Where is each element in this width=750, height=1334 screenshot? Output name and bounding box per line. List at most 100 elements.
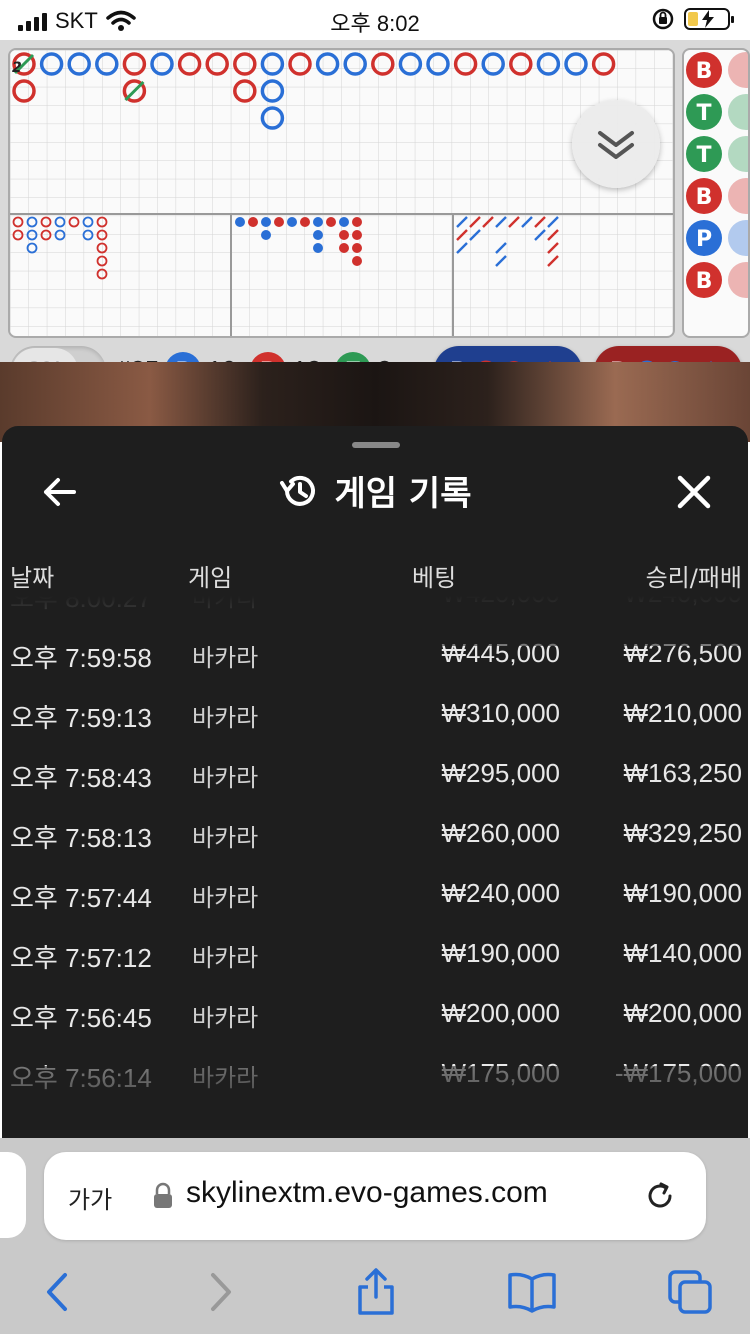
bead-label: P (696, 227, 712, 252)
history-row: 오후 7:57:12 바카라 ₩190,000 ₩140,000 (2, 924, 748, 984)
history-row: 오후 7:57:44 바카라 ₩240,000 ₩190,000 (2, 864, 748, 924)
column-header-result: 승리/패배 (645, 564, 742, 592)
share-button[interactable] (348, 1266, 404, 1318)
history-row: 오후 7:56:45 바카라 ₩200,000 ₩200,000 (2, 984, 748, 1044)
derived-dot (313, 230, 323, 240)
history-date: 오후 7:56:45 (10, 1003, 152, 1033)
chevron-double-down-icon (598, 131, 634, 159)
bead-road-side: BTTBPB (682, 48, 750, 338)
back-nav-button[interactable] (30, 1266, 86, 1318)
history-date: 오후 8:00:27 (10, 596, 152, 613)
history-row: 오후 7:58:43 바카라 ₩295,000 ₩163,250 (2, 744, 748, 804)
history-result: ₩329,250 (623, 818, 742, 848)
browser-chrome: 가가 skylinextm.evo-games.com (0, 1138, 750, 1334)
column-header-date: 날짜 (10, 564, 55, 592)
big-road-svg: 2 (10, 50, 673, 336)
history-result: ₩200,000 (623, 998, 742, 1028)
history-game: 바카라 (192, 944, 259, 972)
address-bar[interactable]: 가가 skylinextm.evo-games.com (44, 1152, 706, 1240)
status-bar: SKT 오후 8:02 (0, 0, 750, 40)
history-row: 오후 7:56:14 바카라 ₩175,000 -₩175,000 (2, 1044, 748, 1104)
history-game: 바카라 (192, 824, 259, 852)
bead-mark-faded (728, 220, 748, 256)
side-road-svg: BTTBPB (686, 52, 748, 298)
history-row: 오후 7:58:13 바카라 ₩260,000 ₩329,250 (2, 804, 748, 864)
bead-mark-faded (728, 178, 748, 214)
derived-dot (313, 243, 323, 253)
url-text: skylinextm.evo-games.com (186, 1176, 548, 1209)
forward-nav-button[interactable] (192, 1266, 248, 1318)
history-game: 바카라 (192, 1004, 259, 1032)
history-bet: ₩420,000 (441, 596, 560, 609)
history-bet: ₩260,000 (441, 818, 560, 848)
history-result: ₩240,000 (623, 596, 742, 609)
history-game: 바카라 (192, 884, 259, 912)
bead-mark-faded (728, 94, 748, 130)
reload-icon[interactable] (642, 1178, 678, 1214)
derived-dot (235, 217, 245, 227)
history-date: 오후 7:57:12 (10, 943, 152, 973)
history-game: 바카라 (192, 644, 259, 672)
history-date: 오후 7:59:58 (10, 643, 152, 673)
history-bet: ₩190,000 (441, 938, 560, 968)
bead-label: B (696, 59, 713, 84)
history-result: ₩276,500 (623, 638, 742, 668)
history-result: -₩175,000 (614, 1058, 742, 1088)
history-date: 오후 7:56:14 (10, 1063, 152, 1093)
derived-dot (339, 230, 349, 240)
history-game: 바카라 (192, 1064, 259, 1092)
history-row: 오후 7:59:13 바카라 ₩310,000 ₩210,000 (2, 684, 748, 744)
previous-tab-peek[interactable] (0, 1152, 26, 1238)
history-date: 오후 7:57:44 (10, 883, 152, 913)
bead-mark-faded (728, 52, 748, 88)
sheet-drag-handle[interactable] (352, 442, 400, 448)
lock-icon (154, 1182, 172, 1208)
column-header-game: 게임 (188, 564, 233, 592)
roadmap-grid: 2 (8, 48, 675, 338)
derived-dot (339, 243, 349, 253)
bead-mark-faded (728, 136, 748, 172)
book-icon (508, 1272, 556, 1313)
bead-label: T (696, 143, 711, 168)
derived-dot (352, 217, 362, 227)
history-game: 바카라 (192, 764, 259, 792)
derived-dot (339, 217, 349, 227)
derived-dot (261, 217, 271, 227)
game-history-sheet: 게임 기록 날짜 게임 베팅 승리/패배 오후 8:00:27 바카라 ₩420,0… (2, 426, 748, 1138)
orientation-lock-icon (652, 8, 674, 30)
tabs-icon (668, 1270, 712, 1314)
close-button[interactable] (672, 470, 716, 514)
reader-aa-button[interactable]: 가가 (68, 1180, 112, 1215)
collapse-roadmap-button[interactable] (572, 100, 660, 188)
history-date: 오후 7:58:43 (10, 763, 152, 793)
history-result: ₩210,000 (623, 698, 742, 728)
shoe-count-label: 2 (12, 60, 22, 76)
history-game: 바카라 (192, 596, 259, 612)
history-bet: ₩445,000 (441, 638, 560, 668)
derived-dot (248, 217, 258, 227)
chevron-right-icon (211, 1273, 231, 1311)
battery-icon (684, 8, 734, 30)
history-row: 오후 7:59:58 바카라 ₩445,000 ₩276,500 (2, 624, 748, 684)
history-date: 오후 7:58:13 (10, 823, 152, 853)
history-bet: ₩200,000 (441, 998, 560, 1028)
safari-toolbar (0, 1262, 750, 1322)
derived-dot (313, 217, 323, 227)
history-bet: ₩310,000 (441, 698, 560, 728)
derived-dot (300, 217, 310, 227)
derived-dot (274, 217, 284, 227)
history-list[interactable]: 오후 8:00:27 바카라 ₩420,000 ₩240,000 오후 7:59:58 바… (2, 596, 748, 1116)
history-icon (279, 475, 315, 506)
derived-dot (352, 230, 362, 240)
history-bet: ₩240,000 (441, 878, 560, 908)
history-result: ₩190,000 (623, 878, 742, 908)
tabs-button[interactable] (662, 1266, 718, 1318)
status-time: 오후 8:02 (330, 11, 420, 36)
bookmarks-button[interactable] (504, 1266, 560, 1318)
bead-mark-faded (728, 262, 748, 298)
close-icon (677, 475, 711, 509)
bead-label: B (696, 185, 713, 210)
bead-label: T (696, 101, 711, 126)
history-row: 오후 8:00:27 바카라 ₩420,000 ₩240,000 (2, 596, 748, 624)
baccarat-roadmap: 2 BTTBPB 0% #25 P 10 B 12 T 3 P (0, 40, 750, 402)
